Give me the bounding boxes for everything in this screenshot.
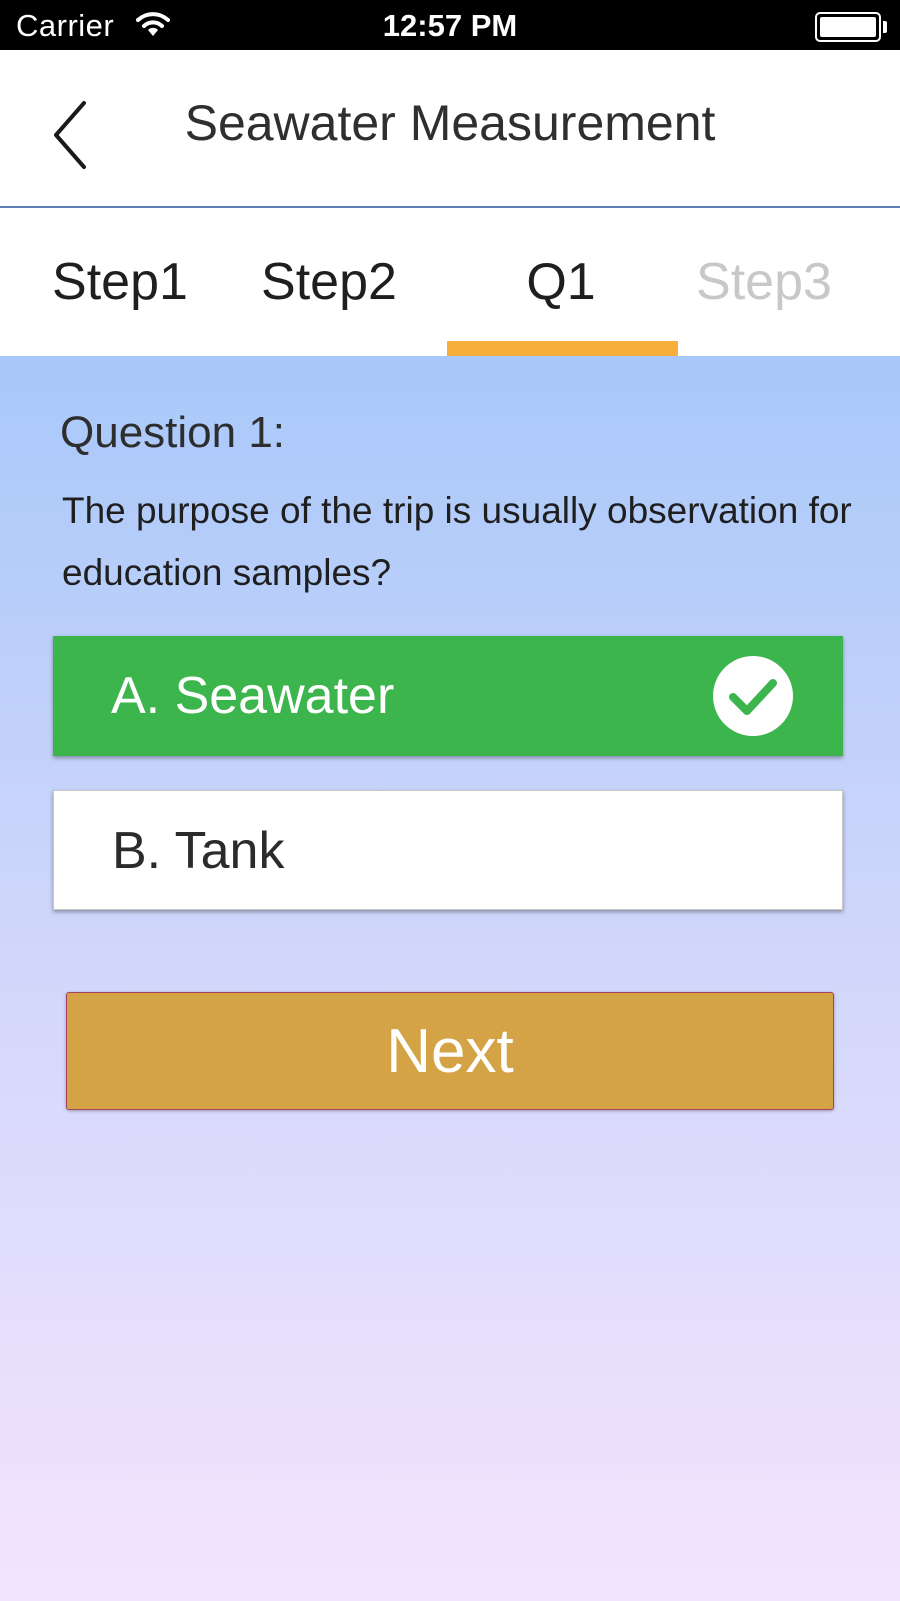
page-title: Seawater Measurement <box>184 95 716 151</box>
answer-option-b[interactable]: B. Tank <box>53 790 843 910</box>
navigation-bar: Seawater Measurement <box>0 50 900 208</box>
checkmark-icon <box>713 656 793 736</box>
answer-option-a[interactable]: A. Seawater <box>53 636 843 756</box>
question-heading: Question 1: <box>60 408 286 457</box>
step-tab-bar: Step1 Step2 Q1 Step3 <box>0 208 900 356</box>
question-text: The purpose of the trip is usually obser… <box>62 490 852 593</box>
next-button[interactable]: Next <box>66 992 834 1110</box>
tab-q1[interactable]: Q1 <box>447 208 675 356</box>
battery-icon <box>815 12 887 42</box>
active-tab-indicator <box>447 341 678 356</box>
question-content: Question 1: The purpose of the trip is u… <box>0 356 900 1601</box>
tab-step1[interactable]: Step1 <box>6 208 234 356</box>
next-button-label: Next <box>386 1016 514 1086</box>
answer-option-a-label: A. Seawater <box>111 667 395 725</box>
tab-step2[interactable]: Step2 <box>215 208 443 356</box>
clock-label: 12:57 PM <box>382 8 518 43</box>
status-bar: Carrier 12:57 PM <box>0 0 900 50</box>
answer-option-b-label: B. Tank <box>112 822 285 880</box>
tab-step3[interactable]: Step3 <box>650 208 878 356</box>
